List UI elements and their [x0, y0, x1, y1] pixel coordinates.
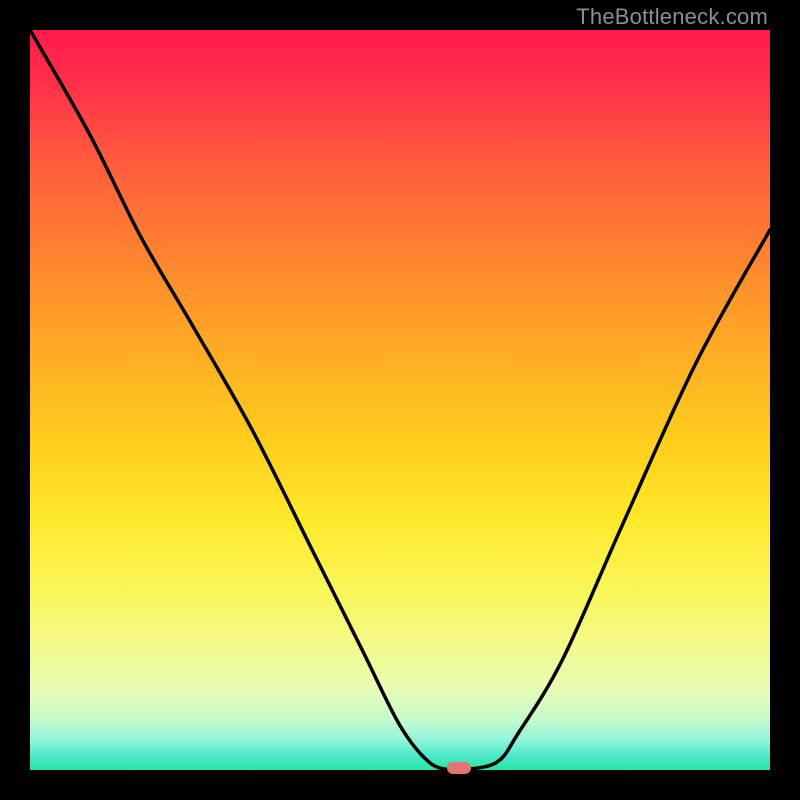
optimum-marker	[447, 762, 471, 774]
chart-frame: TheBottleneck.com	[0, 0, 800, 800]
bottleneck-curve	[30, 30, 770, 770]
watermark-text: TheBottleneck.com	[576, 4, 768, 30]
